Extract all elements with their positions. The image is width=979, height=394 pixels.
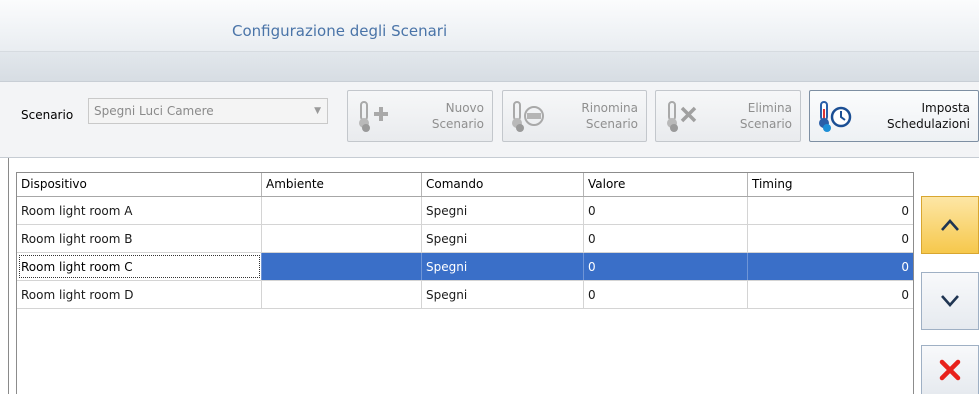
cell-ambiente[interactable] [262,281,422,308]
move-up-button[interactable] [921,196,979,254]
cell-dispositivo[interactable]: Room light room C [17,253,262,280]
rename-scenario-button[interactable]: Rinomina Scenario [502,90,647,142]
column-header-timing[interactable]: Timing [748,173,913,196]
cell-timing[interactable]: 0 [748,253,913,280]
scenario-select[interactable]: Spegni Luci Camere ▼ [88,98,328,124]
scenario-commands-table[interactable]: Dispositivo Ambiente Comando Valore Timi… [16,172,914,394]
set-schedules-button[interactable]: Imposta Schedulazioni [809,90,979,142]
remove-row-button[interactable] [921,345,979,394]
cell-timing[interactable]: 0 [748,281,913,308]
table-header: Dispositivo Ambiente Comando Valore Timi… [17,173,913,197]
thermometer-rename-icon [512,101,544,132]
cell-dispositivo[interactable]: Room light room A [17,197,262,224]
cell-ambiente[interactable] [262,253,422,280]
column-header-dispositivo[interactable]: Dispositivo [17,173,262,196]
sub-bar [0,52,979,82]
table-row[interactable]: Room light room A Spegni 0 0 [17,197,913,225]
cell-comando[interactable]: Spegni [422,281,584,308]
cell-comando[interactable]: Spegni [422,225,584,252]
cell-timing[interactable]: 0 [748,225,913,252]
cell-ambiente[interactable] [262,225,422,252]
new-scenario-label: Nuovo Scenario [431,101,484,131]
chevron-up-icon [941,219,959,231]
set-schedules-label: Imposta Schedulazioni [886,101,970,131]
cell-valore[interactable]: 0 [584,197,748,224]
scenario-select-value: Spegni Luci Camere [94,104,214,118]
cell-valore[interactable]: 0 [584,225,748,252]
cell-dispositivo[interactable]: Room light room D [17,281,262,308]
close-icon [939,359,961,381]
delete-scenario-button[interactable]: Elimina Scenario [655,90,801,142]
table-row[interactable]: Room light room B Spegni 0 0 [17,225,913,253]
rename-scenario-label: Rinomina Scenario [581,101,638,131]
panel-border [8,158,9,394]
chevron-down-icon [941,295,959,307]
chevron-down-icon: ▼ [314,106,321,116]
thermometer-plus-icon [359,101,388,132]
cell-valore[interactable]: 0 [584,253,748,280]
cell-valore[interactable]: 0 [584,281,748,308]
move-down-button[interactable] [921,272,979,330]
cell-timing[interactable]: 0 [748,197,913,224]
thermometer-delete-icon [667,101,697,132]
scenario-label: Scenario [21,108,74,122]
cell-comando[interactable]: Spegni [422,253,584,280]
cell-comando[interactable]: Spegni [422,197,584,224]
column-header-ambiente[interactable]: Ambiente [262,173,422,196]
cell-ambiente[interactable] [262,197,422,224]
cell-dispositivo[interactable]: Room light room B [17,225,262,252]
delete-scenario-label: Elimina Scenario [739,101,792,131]
new-scenario-button[interactable]: Nuovo Scenario [347,90,493,142]
column-header-valore[interactable]: Valore [584,173,748,196]
window-title: Configurazione degli Scenari [232,22,448,40]
table-row-selected[interactable]: Room light room C Spegni 0 0 [17,253,913,281]
table-row[interactable]: Room light room D Spegni 0 0 [17,281,913,309]
title-bar: Configurazione degli Scenari [0,0,979,52]
thermometer-clock-icon [819,101,852,132]
column-header-comando[interactable]: Comando [422,173,584,196]
